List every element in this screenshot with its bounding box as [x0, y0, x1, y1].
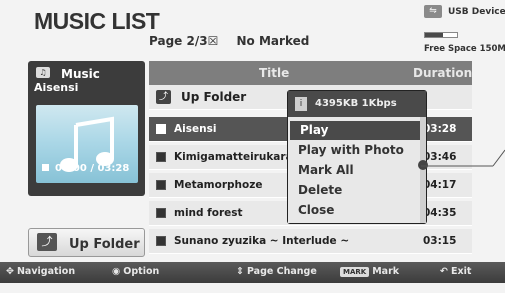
marked-status: No Marked	[236, 34, 310, 48]
playback-time-text: 00:00 / 03:28	[55, 163, 130, 174]
track-duration: 03:15	[423, 235, 457, 247]
help-option: ◉ Option	[112, 266, 159, 277]
menu-item-play-with-photo[interactable]: Play with Photo	[288, 141, 422, 160]
usb-free-space: Free Space 150MB	[424, 44, 505, 54]
track-duration: 04:17	[423, 179, 457, 191]
track-title: Aisensi	[174, 123, 217, 135]
help-page-change-label: Page Change	[246, 266, 317, 277]
file-info-icon: i	[295, 97, 307, 111]
help-page-change: ⇕ Page Change	[236, 266, 317, 277]
list-up-folder-label: Up Folder	[181, 90, 247, 104]
mark-key-icon: MARK	[340, 267, 370, 277]
music-category-label: Music	[61, 67, 100, 81]
usb-device-icon: ⇋	[424, 5, 442, 18]
usb-label: USB Device	[448, 7, 505, 17]
page-info: Page 2/3☒ No Marked	[149, 34, 309, 48]
help-navigation: ✥ Navigation	[6, 266, 75, 277]
file-info-text: 4395KB 1Kbps	[315, 98, 397, 109]
help-option-label: Option	[123, 266, 160, 277]
page-mark-icon: ☒	[207, 34, 219, 48]
list-header: Title Duration	[149, 61, 472, 85]
bottom-help-bar: ✥ Navigation ◉ Option ⇕ Page Change MARK Mar…	[0, 262, 505, 283]
popup-menu-body: Play Play with Photo Mark All Delete Clo…	[288, 117, 426, 223]
usb-space-fill	[425, 33, 443, 37]
up-folder-button-label: Up Folder	[69, 237, 140, 252]
menu-item-close[interactable]: Close	[288, 201, 422, 220]
mark-checkbox[interactable]	[156, 180, 166, 190]
playback-time: 00:00 / 03:28	[42, 163, 129, 174]
track-title: Kimigamatteirukara	[174, 151, 293, 163]
option-icon: ◉	[112, 266, 121, 277]
help-exit-label: Exit	[450, 266, 472, 277]
help-mark: MARK Mark	[340, 266, 399, 277]
popup-info-header: i 4395KB 1Kbps	[288, 91, 426, 117]
page-title: MUSIC LIST	[34, 8, 160, 34]
column-duration: Duration	[413, 66, 473, 80]
column-title: Title	[259, 66, 290, 80]
option-popup-menu: i 4395KB 1Kbps Play Play with Photo Mark…	[287, 90, 428, 224]
up-folder-icon: ⤴	[37, 233, 57, 251]
help-exit: ↶ Exit	[440, 266, 471, 277]
page-change-icon: ⇕	[236, 266, 244, 277]
stop-icon	[42, 164, 49, 171]
page-number: Page 2/3	[149, 34, 208, 48]
now-playing-song: Aisensi	[34, 81, 79, 94]
popup-scrollbar[interactable]	[418, 117, 428, 223]
track-title: mind forest	[174, 207, 243, 219]
callout-line	[421, 149, 505, 167]
mark-checkbox[interactable]	[156, 208, 166, 218]
mark-checkbox[interactable]	[156, 236, 166, 246]
usb-space-bar	[424, 32, 458, 38]
mark-checkbox[interactable]	[156, 152, 166, 162]
mark-checkbox[interactable]	[156, 124, 166, 134]
table-row[interactable]: Sunano zyuzika ~ Interlude ~ 03:15	[149, 229, 472, 254]
menu-item-delete[interactable]: Delete	[288, 181, 422, 200]
exit-icon: ↶	[440, 266, 448, 277]
track-duration: 03:28	[423, 123, 457, 135]
up-folder-icon: ⤴	[156, 90, 171, 104]
track-title: Metamorphoze	[174, 179, 263, 191]
help-mark-label: Mark	[372, 266, 400, 277]
track-title: Sunano zyuzika ~ Interlude ~	[174, 235, 350, 247]
now-playing-panel: ♫ Music Aisensi 00:00 / 03:28	[28, 61, 145, 196]
menu-item-mark-all[interactable]: Mark All	[288, 161, 422, 180]
navigation-icon: ✥	[6, 266, 14, 277]
up-folder-button[interactable]: ⤴ Up Folder	[28, 228, 145, 257]
track-duration: 04:35	[423, 207, 457, 219]
music-category-icon: ♫	[36, 67, 50, 78]
usb-status: ⇋ USB Device Free Space 150MB	[422, 4, 505, 56]
help-navigation-label: Navigation	[16, 266, 76, 277]
menu-item-play[interactable]: Play	[290, 121, 422, 140]
